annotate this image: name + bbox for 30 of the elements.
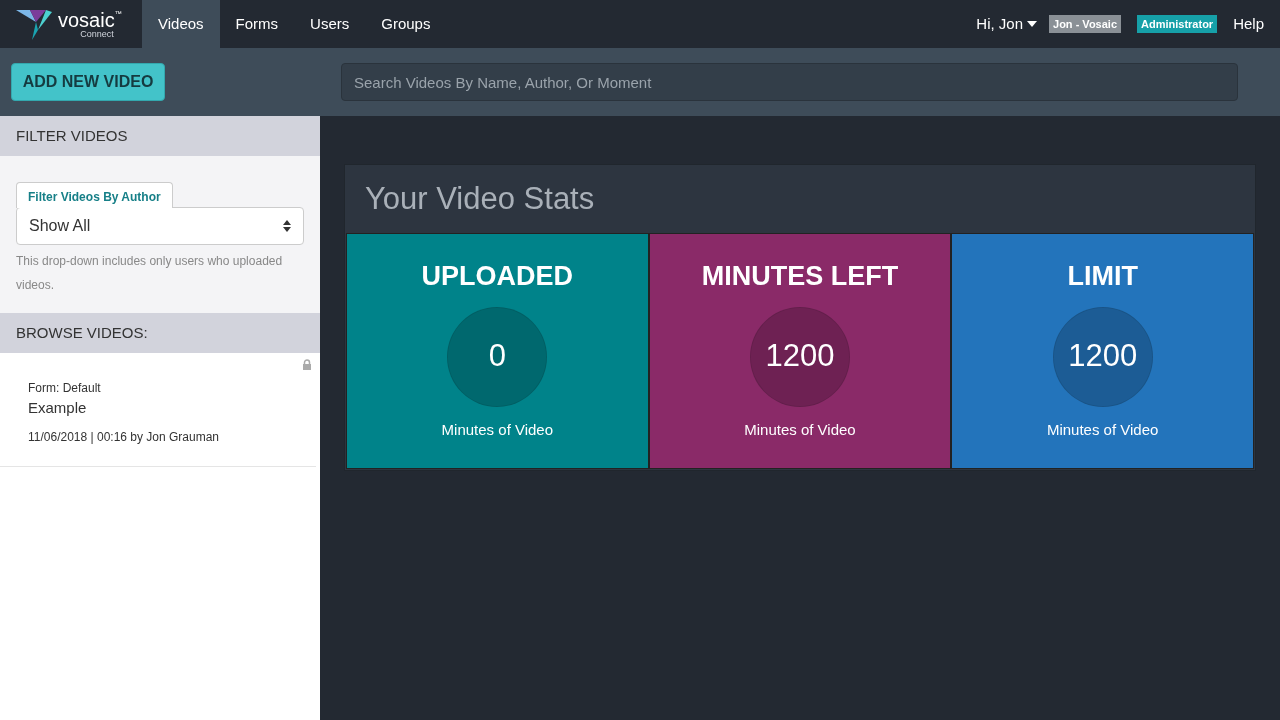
role-badge: Administrator [1137,14,1218,34]
video-title: Example [28,398,88,418]
stat-caption: Minutes of Video [441,419,554,440]
stat-label: UPLOADED [421,260,574,293]
add-video-button[interactable]: ADD NEW VIDEO [11,63,165,101]
stat-label: LIMIT [1067,260,1138,293]
nav-tab[interactable]: Users [294,0,366,48]
nav-tab[interactable]: Forms [219,0,295,48]
section-header: FILTER VIDEOS [0,116,320,156]
nav-tab[interactable]: Groups [365,0,447,48]
stat-caption: Minutes of Video [744,419,856,440]
nav-tab[interactable]: Videos [142,0,220,48]
filter-label: Filter Videos By Author [16,182,173,208]
caret-icon [1027,21,1038,27]
user-menu[interactable]: Hi, Jon [976,12,1038,36]
sort-icon [283,220,291,232]
stat-caption: Minutes of Video [1046,419,1159,440]
video-meta: 11/06/2018 | 00:16 by Jon Grauman [28,428,221,446]
section-header: BROWSE VIDEOS: [0,313,320,353]
logo-wordmark: vosaic [58,9,115,30]
video-form: Form: Default [28,380,102,397]
logo-icon [16,8,54,40]
stat-label: MINUTES LEFT [701,260,899,293]
search-field[interactable]: Search Videos By Name, Author, Or Moment [341,63,1238,101]
logo-subtitle: Connect [80,29,114,39]
filter-hint: This drop-down includes only users who uploaded videos. [16,253,284,294]
help-link[interactable]: Help [1233,12,1264,36]
author-dropdown[interactable]: Show All [16,207,304,245]
account-badge: Jon - Vosaic [1049,14,1121,34]
stats-title: Your Video Stats [364,179,596,218]
